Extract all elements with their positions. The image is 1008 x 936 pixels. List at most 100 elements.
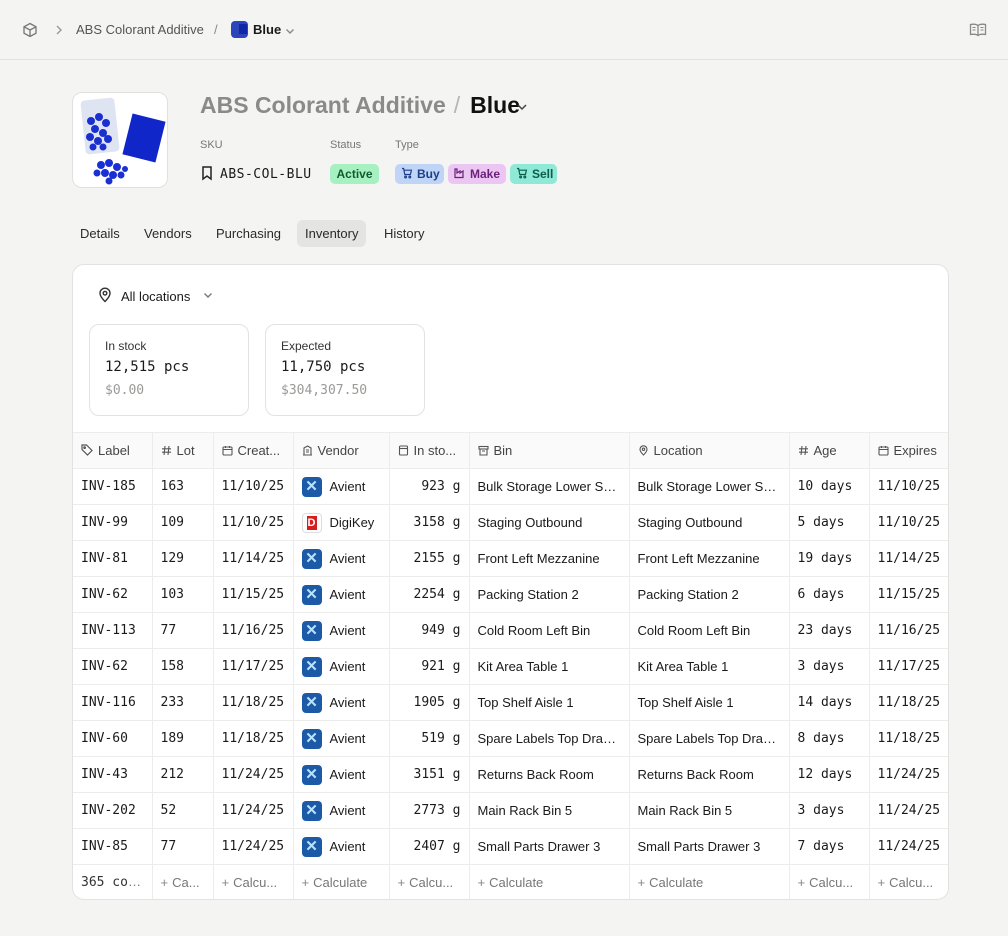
expected-value: $304,307.50 xyxy=(281,383,368,398)
cell-lot: 103 xyxy=(152,576,214,613)
table-row[interactable]: INV-2025211/24/25Avient2773 gMain Rack B… xyxy=(73,792,948,829)
column-header-vendor[interactable]: Vendor xyxy=(293,432,390,469)
book-icon[interactable] xyxy=(969,22,987,43)
cell-location: Bulk Storage Lower Shelf xyxy=(629,468,790,505)
table-row[interactable]: INV-6018911/18/25Avient519 gSpare Labels… xyxy=(73,720,948,757)
column-header-created[interactable]: Creat... xyxy=(213,432,294,469)
cell-in-stock: 3151 g xyxy=(389,756,470,793)
cell-lot: 109 xyxy=(152,504,214,541)
box-icon[interactable] xyxy=(22,22,38,43)
cell-created: 11/24/25 xyxy=(213,828,294,865)
table-row[interactable]: INV-18516311/10/25Avient923 gBulk Storag… xyxy=(73,468,948,505)
footer-calculate[interactable]: + Calcu... xyxy=(213,864,294,899)
location-filter[interactable]: All locations xyxy=(97,287,214,306)
column-header-label[interactable]: Label xyxy=(73,432,153,469)
tab-inventory[interactable]: Inventory xyxy=(297,220,367,247)
calendar-icon xyxy=(877,444,889,459)
cell-in-stock: 1905 g xyxy=(389,684,470,721)
product-image xyxy=(72,92,168,188)
digikey-logo-icon xyxy=(301,512,322,533)
cell-expires: 11/24/25 xyxy=(869,756,948,793)
breadcrumb-variant[interactable]: Blue xyxy=(253,22,281,37)
table-row[interactable]: INV-4321211/24/25Avient3151 gReturns Bac… xyxy=(73,756,948,793)
product-title[interactable]: ABS Colorant Additive xyxy=(200,92,446,118)
tab-details[interactable]: Details xyxy=(72,220,128,247)
cell-age: 8 days xyxy=(789,720,870,757)
vendor-name: Avient xyxy=(329,659,366,674)
variant-thumbnail xyxy=(231,21,248,38)
breadcrumb-item[interactable]: ABS Colorant Additive xyxy=(76,22,204,37)
cell-vendor: Avient xyxy=(293,684,390,721)
footer-count[interactable]: 365 co... xyxy=(73,864,153,899)
cell-created: 11/10/25 xyxy=(213,468,294,505)
chevron-down-icon xyxy=(202,289,214,304)
cell-age: 23 days xyxy=(789,612,870,649)
footer-calculate[interactable]: + Calculate xyxy=(469,864,630,899)
column-header-in-stock[interactable]: In sto... xyxy=(389,432,470,469)
footer-calculate[interactable]: + Calculate xyxy=(293,864,390,899)
table-row[interactable]: INV-11623311/18/25Avient1905 gTop Shelf … xyxy=(73,684,948,721)
column-header-expires[interactable]: Expires xyxy=(869,432,948,469)
column-header-lot[interactable]: Lot xyxy=(152,432,214,469)
tab-purchasing[interactable]: Purchasing xyxy=(208,220,289,247)
column-header-age[interactable]: Age xyxy=(789,432,870,469)
vendor-name: Avient xyxy=(329,803,366,818)
vendor-name: Avient xyxy=(329,695,366,710)
cell-label: INV-62 xyxy=(73,648,153,685)
cell-location: Spare Labels Top Drawer xyxy=(629,720,790,757)
cell-location: Kit Area Table 1 xyxy=(629,648,790,685)
type-buy-label: Buy xyxy=(417,167,440,181)
table-row[interactable]: INV-8112911/14/25Avient2155 gFront Left … xyxy=(73,540,948,577)
footer-calculate[interactable]: + Calcu... xyxy=(869,865,948,900)
expected-qty: 11,750 pcs xyxy=(281,359,366,375)
variant-dropdown-icon[interactable] xyxy=(515,100,529,119)
footer-calculate[interactable]: + Calcu... xyxy=(389,864,470,899)
factory-icon xyxy=(454,167,466,182)
cell-location: Packing Station 2 xyxy=(629,576,790,613)
tab-vendors[interactable]: Vendors xyxy=(136,220,200,247)
cell-vendor: Avient xyxy=(293,648,390,685)
vendor-name: Avient xyxy=(329,767,366,782)
tab-history[interactable]: History xyxy=(376,220,432,247)
vendor-name: Avient xyxy=(329,479,366,494)
table-row[interactable]: INV-9910911/10/25DigiKey3158 gStaging Ou… xyxy=(73,504,948,541)
vendor-name: Avient xyxy=(329,839,366,854)
cell-label: INV-43 xyxy=(73,756,153,793)
avient-logo-icon xyxy=(301,800,322,821)
cell-vendor: Avient xyxy=(293,720,390,757)
cell-vendor: DigiKey xyxy=(293,504,390,541)
table-header-row: Label Lot Creat... Vendor In sto... Bin … xyxy=(73,432,948,469)
cell-location: Staging Outbound xyxy=(629,504,790,541)
cell-label: INV-185 xyxy=(73,468,153,505)
column-header-bin[interactable]: Bin xyxy=(469,432,630,469)
table-row[interactable]: INV-6215811/17/25Avient921 gKit Area Tab… xyxy=(73,648,948,685)
expected-label: Expected xyxy=(281,339,332,353)
cell-age: 3 days xyxy=(789,648,870,685)
cell-age: 5 days xyxy=(789,504,870,541)
cell-label: INV-62 xyxy=(73,576,153,613)
avient-logo-icon xyxy=(301,836,322,857)
table-row[interactable]: INV-857711/24/25Avient2407 gSmall Parts … xyxy=(73,828,948,865)
cell-label: INV-202 xyxy=(73,792,153,829)
variant-title[interactable]: Blue xyxy=(470,92,520,118)
cell-expires: 11/16/25 xyxy=(869,612,948,649)
avient-logo-icon xyxy=(301,656,322,677)
cell-age: 7 days xyxy=(789,828,870,865)
footer-calculate[interactable]: + Calcu... xyxy=(789,864,870,899)
container-icon xyxy=(398,444,409,459)
table-row[interactable]: INV-6210311/15/25Avient2254 gPacking Sta… xyxy=(73,576,948,613)
table-row[interactable]: INV-1137711/16/25Avient949 gCold Room Le… xyxy=(73,612,948,649)
cell-lot: 212 xyxy=(152,756,214,793)
cell-label: INV-116 xyxy=(73,684,153,721)
footer-calculate[interactable]: + Calculate xyxy=(629,864,790,899)
vendor-name: Avient xyxy=(329,623,366,638)
cell-expires: 11/24/25 xyxy=(869,792,948,829)
cell-age: 12 days xyxy=(789,756,870,793)
cell-label: INV-99 xyxy=(73,504,153,541)
footer-calculate[interactable]: + Ca... xyxy=(152,864,214,899)
avient-logo-icon xyxy=(301,548,322,569)
column-header-location[interactable]: Location xyxy=(629,432,790,469)
cell-created: 11/24/25 xyxy=(213,792,294,829)
chevron-down-icon[interactable] xyxy=(284,24,296,42)
cell-location: Cold Room Left Bin xyxy=(629,612,790,649)
